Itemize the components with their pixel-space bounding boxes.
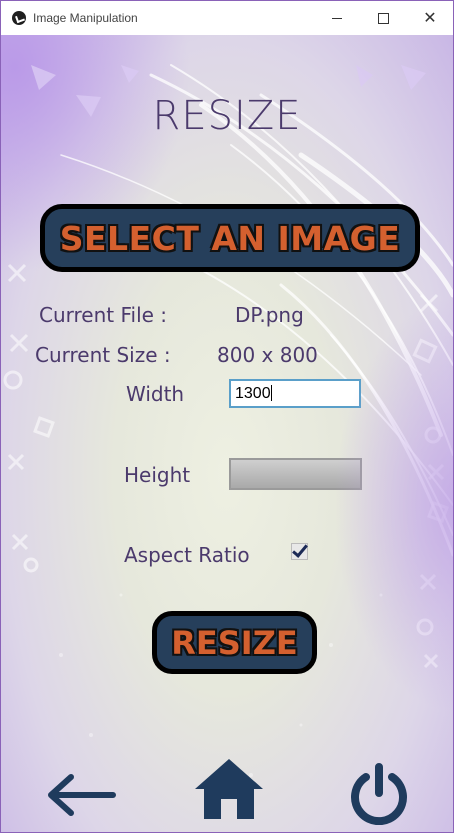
home-icon[interactable]	[193, 757, 265, 821]
width-input-value: 1300	[235, 385, 271, 402]
maximize-icon	[377, 12, 389, 24]
text-caret	[270, 385, 272, 401]
maximize-button[interactable]	[360, 1, 406, 35]
current-file-value: DP.png	[235, 303, 304, 327]
width-input[interactable]: 1300	[229, 379, 361, 408]
select-image-button[interactable]: SELECT AN IMAGE	[40, 204, 420, 272]
height-input[interactable]	[229, 458, 362, 490]
close-icon: ✕	[423, 8, 437, 27]
aspect-ratio-label: Aspect Ratio	[124, 543, 250, 567]
app-window: Image Manipulation ✕ RESIZE SELECT AN IM…	[0, 0, 454, 833]
app-canvas: RESIZE SELECT AN IMAGE Current File : DP…	[1, 35, 453, 832]
resize-button[interactable]: RESIZE	[152, 611, 317, 674]
window-title: Image Manipulation	[33, 11, 138, 25]
current-size-label: Current Size :	[35, 343, 171, 367]
minimize-icon	[332, 17, 342, 19]
aspect-ratio-checkbox[interactable]	[291, 543, 308, 560]
close-button[interactable]: ✕	[407, 1, 453, 35]
current-size-value: 800 x 800	[217, 343, 318, 367]
current-file-label: Current File :	[39, 303, 168, 327]
height-label: Height	[124, 463, 191, 487]
width-label: Width	[126, 382, 185, 406]
page-title: RESIZE	[152, 93, 302, 139]
power-icon[interactable]	[348, 763, 410, 825]
minimize-button[interactable]	[314, 1, 360, 35]
background-decoration	[3, 64, 453, 777]
title-bar[interactable]: Image Manipulation ✕	[1, 1, 453, 35]
app-logo-icon	[12, 11, 26, 25]
arrow-left-icon[interactable]	[45, 773, 117, 817]
